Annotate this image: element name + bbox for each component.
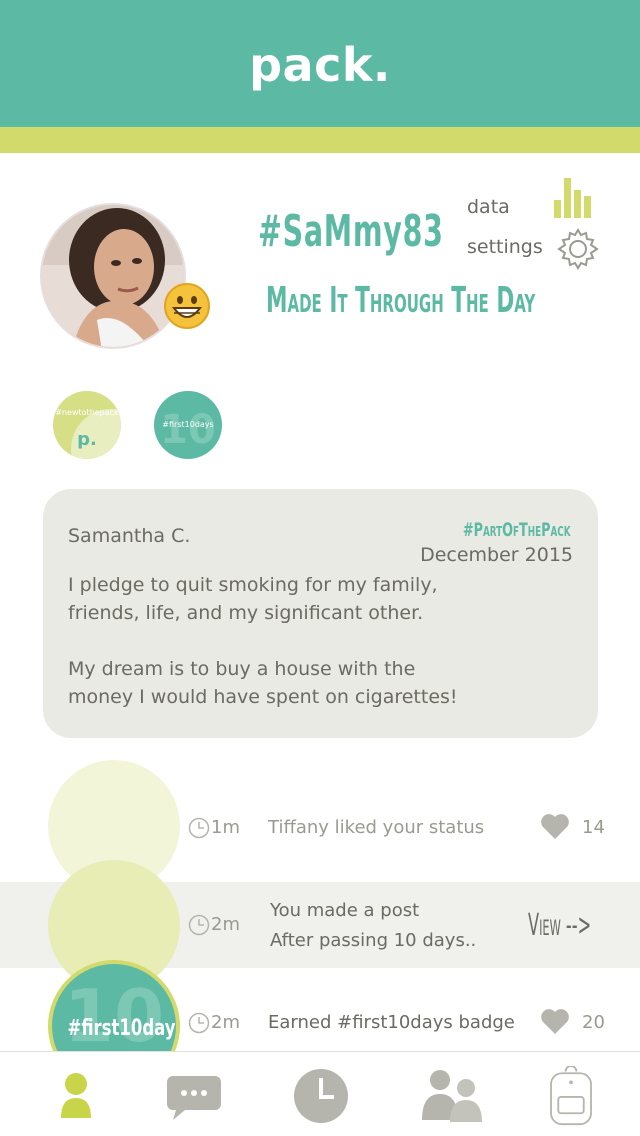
- badge-new-to-pack[interactable]: p. #newtothepack: [53, 391, 121, 459]
- pledge-hashtag[interactable]: #PartOfThePack: [462, 519, 570, 541]
- feed-time: 2m: [211, 1012, 240, 1033]
- clock-icon: [188, 817, 210, 839]
- feed-subtitle: After passing 10 days..: [270, 930, 477, 951]
- like-count: 14: [582, 817, 605, 838]
- heart-icon[interactable]: [540, 813, 570, 839]
- badge-first-10-days[interactable]: 10 #first10days: [154, 391, 222, 459]
- feed-text: Tiffany liked your status: [268, 817, 485, 838]
- pledge-text: I pledge to quit smoking for my family, …: [68, 574, 458, 708]
- feed-title: You made a post: [270, 900, 420, 921]
- heart-icon[interactable]: [540, 1008, 570, 1034]
- tab-chat-bubble-icon[interactable]: [165, 1066, 223, 1126]
- badge-label: #newtothepack: [55, 408, 119, 417]
- tab-community-group-icon[interactable]: [420, 1066, 486, 1126]
- feed-time: 2m: [211, 914, 240, 935]
- pledge-author: Samantha C.: [68, 525, 191, 547]
- settings-link[interactable]: settings: [467, 236, 543, 258]
- tab-profile-person-icon[interactable]: [56, 1066, 96, 1126]
- pack-logo-icon: p.: [71, 409, 121, 459]
- view-post-link[interactable]: View -->: [528, 908, 591, 943]
- tab-history-clock-icon[interactable]: [292, 1066, 350, 1126]
- grinning-emoji-icon: [164, 283, 210, 329]
- username: #SaMmy83: [258, 206, 444, 257]
- svg-text:p.: p.: [77, 429, 97, 450]
- feed-time: 1m: [211, 817, 240, 838]
- status-text: Made It Through The Day: [266, 280, 536, 321]
- app-logo: pack.: [249, 38, 391, 92]
- svg-text:10: 10: [160, 407, 216, 453]
- app-header: pack.: [0, 0, 640, 127]
- pledge-card: Samantha C. #PartOfThePack December 2015…: [43, 489, 598, 738]
- badge-hashtag: #first10days: [67, 1016, 180, 1041]
- gear-icon[interactable]: [557, 228, 599, 270]
- tab-pack-backpack-icon[interactable]: [547, 1066, 595, 1126]
- pledge-date: December 2015: [420, 544, 573, 566]
- tab-bar: [0, 1051, 640, 1136]
- clock-icon: [188, 1012, 210, 1034]
- bar-chart-icon[interactable]: [554, 178, 598, 218]
- like-count: 20: [582, 1012, 605, 1033]
- data-link[interactable]: data: [467, 196, 510, 218]
- accent-bar: [0, 127, 640, 153]
- clock-icon: [188, 914, 210, 936]
- badge-label: #first10days: [162, 420, 214, 429]
- feed-text: Earned #first10days badge: [268, 1012, 515, 1033]
